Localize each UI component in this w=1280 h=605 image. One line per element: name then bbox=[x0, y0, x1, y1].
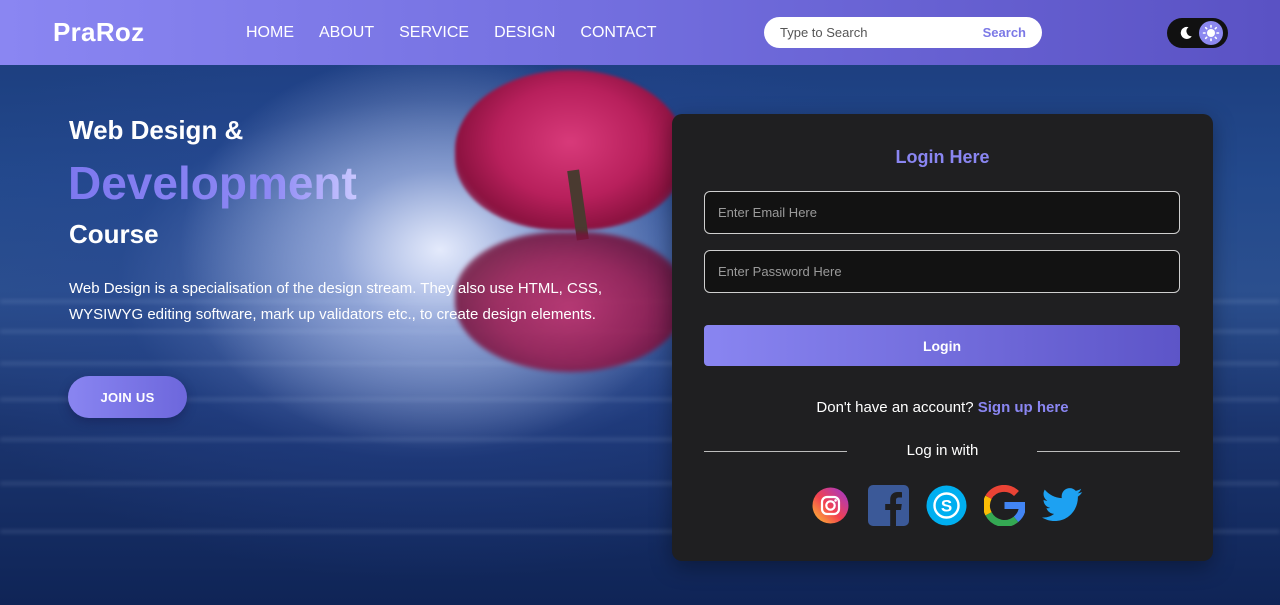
hero-description: Web Design is a specialisation of the de… bbox=[69, 280, 603, 323]
brand-logo[interactable]: PraRoz bbox=[53, 17, 144, 48]
google-icon[interactable] bbox=[984, 484, 1025, 526]
moon-icon bbox=[1180, 26, 1192, 39]
signup-prompt-row: Don't have an account? Sign up here bbox=[672, 399, 1213, 416]
sun-icon[interactable] bbox=[1199, 21, 1223, 45]
nav-link-service[interactable]: SERVICE bbox=[399, 24, 469, 42]
password-field[interactable] bbox=[704, 250, 1180, 293]
twitter-icon[interactable] bbox=[1042, 485, 1083, 526]
nav-link-home[interactable]: HOME bbox=[246, 24, 294, 42]
hero-heading-highlight: Development bbox=[68, 157, 357, 209]
join-us-button[interactable]: JOIN US bbox=[68, 376, 187, 418]
email-field[interactable] bbox=[704, 191, 1180, 234]
nav-menu: HOME ABOUT SERVICE DESIGN CONTACT bbox=[246, 24, 657, 42]
signup-prompt-text: Don't have an account? bbox=[816, 399, 974, 416]
login-title: Login Here bbox=[895, 147, 990, 167]
search-bar: Search bbox=[764, 17, 1042, 48]
signup-link[interactable]: Sign up here bbox=[978, 399, 1069, 416]
navbar: PraRoz HOME ABOUT SERVICE DESIGN CONTACT… bbox=[0, 0, 1280, 65]
skype-icon[interactable]: S bbox=[926, 485, 967, 526]
theme-toggle[interactable] bbox=[1167, 18, 1228, 48]
search-input[interactable] bbox=[764, 25, 964, 40]
divider-right bbox=[1037, 451, 1180, 452]
svg-text:S: S bbox=[941, 496, 952, 515]
nav-link-contact[interactable]: CONTACT bbox=[580, 24, 656, 42]
hero-heading-line3: Course bbox=[69, 219, 159, 249]
instagram-icon[interactable] bbox=[810, 485, 851, 526]
tree-canopy bbox=[455, 70, 685, 230]
login-button[interactable]: Login bbox=[704, 325, 1180, 366]
login-card: Login Here Login Don't have an account? … bbox=[672, 114, 1213, 561]
search-button[interactable]: Search bbox=[983, 25, 1026, 40]
hero-heading-line1: Web Design & bbox=[69, 115, 244, 145]
social-login-row: S bbox=[810, 484, 1083, 526]
facebook-icon[interactable] bbox=[868, 484, 909, 526]
nav-link-about[interactable]: ABOUT bbox=[319, 24, 374, 42]
nav-link-design[interactable]: DESIGN bbox=[494, 24, 555, 42]
